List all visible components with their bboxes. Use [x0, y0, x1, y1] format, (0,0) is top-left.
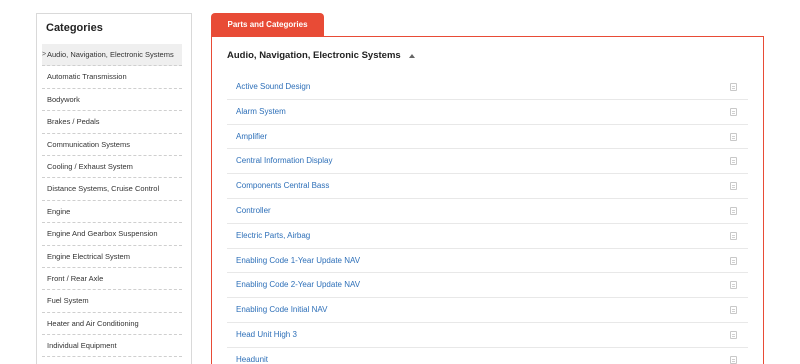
sidebar-item-label: Individual Equipment [47, 341, 117, 351]
sidebar-item-front-rear-axle[interactable]: Front / Rear Axle [42, 268, 182, 291]
tab-parts-and-categories[interactable]: Parts and Categories [211, 13, 324, 36]
list-item[interactable]: Central Information Display [227, 149, 748, 175]
list-item[interactable]: Head Unit High 3 [227, 323, 748, 348]
part-link[interactable]: Controller [236, 206, 271, 215]
category-header-title: Audio, Navigation, Electronic Systems [227, 50, 401, 61]
sidebar-item-fuel-system[interactable]: Fuel System [42, 290, 182, 313]
sidebar-title: Categories [46, 22, 103, 34]
part-link[interactable]: Electric Parts, Airbag [236, 231, 310, 240]
document-icon[interactable] [730, 231, 737, 240]
sidebar-item-label: Bodywork [47, 94, 80, 104]
part-link[interactable]: Components Central Bass [236, 181, 329, 190]
category-header[interactable]: Audio, Navigation, Electronic Systems [227, 50, 415, 61]
parts-panel: Audio, Navigation, Electronic Systems Ac… [211, 36, 764, 364]
sidebar-item-engine-gearbox-suspension[interactable]: Engine And Gearbox Suspension [42, 223, 182, 246]
document-icon[interactable] [730, 256, 737, 265]
sidebar-item-engine[interactable]: Engine [42, 201, 182, 224]
sidebar-item-label: Fuel System [47, 296, 89, 306]
list-item[interactable]: Active Sound Design [227, 75, 748, 100]
document-icon[interactable] [730, 281, 737, 290]
part-link[interactable]: Enabling Code Initial NAV [236, 305, 327, 314]
active-marker: > [42, 51, 47, 58]
list-item[interactable]: Electric Parts, Airbag [227, 224, 748, 249]
sidebar-item-label: Brakes / Pedals [47, 117, 100, 127]
part-link[interactable]: Headunit [236, 355, 268, 364]
list-item[interactable]: Enabling Code 2-Year Update NAV [227, 273, 748, 299]
document-icon[interactable] [730, 182, 737, 191]
sidebar-item-brakes-pedals[interactable]: Brakes / Pedals [42, 111, 182, 134]
sidebar-item-bodywork[interactable]: Bodywork [42, 89, 182, 112]
sidebar-item-label: Distance Systems, Cruise Control [47, 184, 160, 194]
sidebar-item-label: Cooling / Exhaust System [47, 161, 133, 171]
document-icon[interactable] [730, 83, 737, 91]
part-link[interactable]: Enabling Code 2-Year Update NAV [236, 280, 360, 289]
list-item[interactable]: Controller [227, 199, 748, 224]
list-item[interactable]: Enabling Code 1-Year Update NAV [227, 249, 748, 274]
part-link[interactable]: Amplifier [236, 132, 267, 141]
list-item[interactable]: Alarm System [227, 100, 748, 125]
sidebar-item-cooling-exhaust-system[interactable]: Cooling / Exhaust System [42, 156, 182, 179]
document-icon[interactable] [730, 107, 737, 116]
list-item[interactable]: Headunit [227, 348, 748, 364]
part-link[interactable]: Central Information Display [236, 156, 332, 165]
sidebar-item-label: Communication Systems [47, 139, 130, 149]
sidebar-item-engine-electrical-system[interactable]: Engine Electrical System [42, 246, 182, 268]
sidebar-item-heater-air-conditioning[interactable]: Heater and Air Conditioning [42, 313, 182, 336]
list-item[interactable]: Amplifier [227, 125, 748, 150]
part-link[interactable]: Active Sound Design [236, 82, 310, 91]
parts-list: Active Sound Design Alarm System Amplifi… [227, 75, 748, 364]
sidebar-item-label: Engine [47, 206, 71, 216]
sidebar-item-automatic-transmission[interactable]: Automatic Transmission [42, 66, 182, 89]
sidebar-item-communication-systems[interactable]: Communication Systems [42, 134, 182, 156]
sidebar-item-distance-systems-cruise-control[interactable]: Distance Systems, Cruise Control [42, 178, 182, 201]
list-item[interactable]: Enabling Code Initial NAV [227, 298, 748, 323]
document-icon[interactable] [730, 306, 737, 315]
sidebar-item-label: Automatic Transmission [47, 72, 127, 82]
part-link[interactable]: Head Unit High 3 [236, 330, 297, 339]
sidebar-item-label: Heater and Air Conditioning [47, 318, 139, 328]
document-icon[interactable] [730, 157, 737, 166]
sidebar-item-label: Front / Rear Axle [47, 273, 104, 283]
sidebar-item-audio-navigation-electronic-systems[interactable]: > Audio, Navigation, Electronic Systems [42, 44, 182, 67]
sidebar-item-label: Audio, Navigation, Electronic Systems [47, 50, 174, 59]
document-icon[interactable] [730, 132, 737, 141]
part-link[interactable]: Enabling Code 1-Year Update NAV [236, 256, 360, 265]
caret-up-icon[interactable] [408, 53, 415, 58]
sidebar-item-individual-equipment[interactable]: Individual Equipment [42, 335, 182, 358]
list-item[interactable]: Components Central Bass [227, 174, 748, 199]
part-link[interactable]: Alarm System [236, 107, 286, 116]
categories-sidebar: Categories > Audio, Navigation, Electroni… [36, 13, 192, 364]
sidebar-item-label: Engine And Gearbox Suspension [47, 229, 158, 239]
document-icon[interactable] [730, 330, 737, 339]
document-icon[interactable] [730, 206, 737, 215]
category-list: > Audio, Navigation, Electronic Systems A… [37, 44, 191, 358]
sidebar-item-label: Engine Electrical System [47, 251, 130, 261]
document-icon[interactable] [730, 355, 737, 364]
